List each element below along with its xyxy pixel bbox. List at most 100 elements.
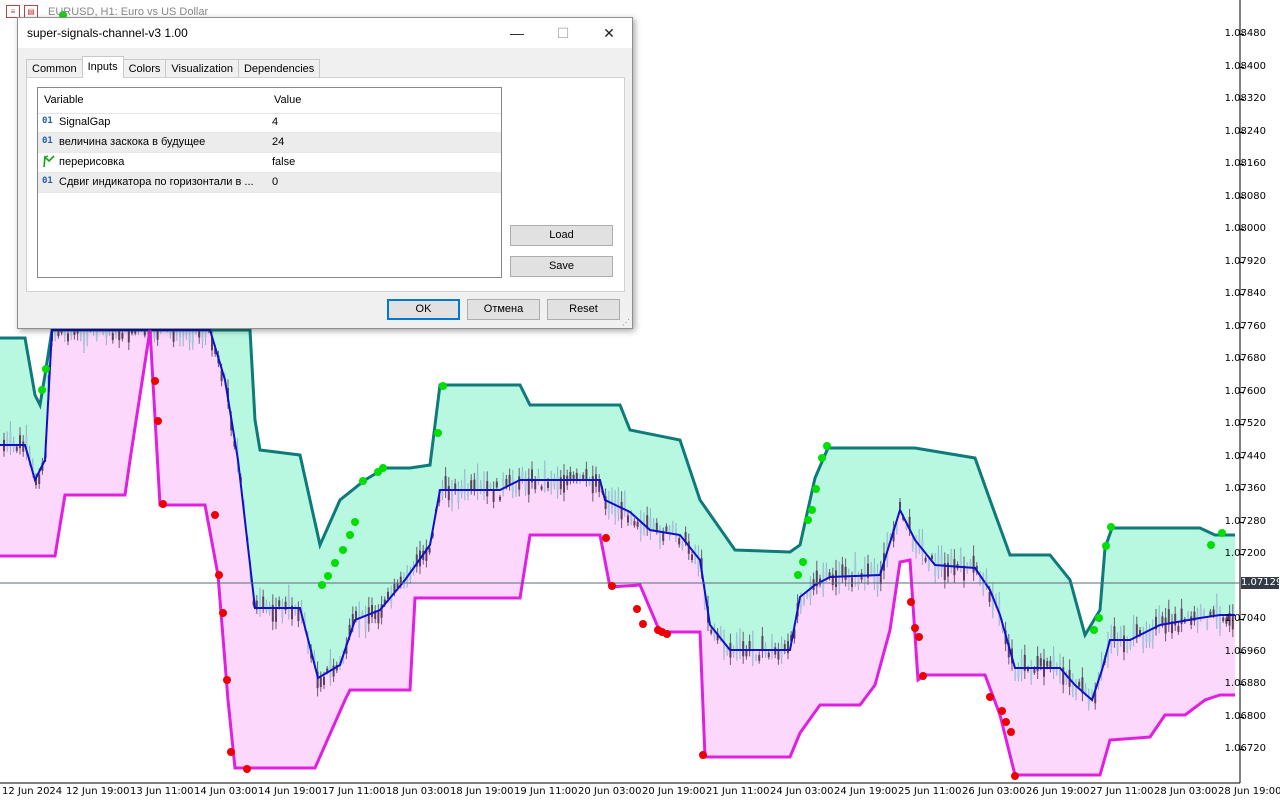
dialog-titlebar[interactable]: super-signals-channel-v3 1.00 — ☐ ✕ xyxy=(18,18,632,48)
save-button[interactable]: Save xyxy=(510,256,613,277)
input-name: Сдвиг индикатора по горизонтали в ... xyxy=(59,176,254,188)
tab-inputs[interactable]: Inputs xyxy=(81,56,124,78)
price-tick-label: 1.08000 xyxy=(1224,223,1266,234)
sell-signal-dot xyxy=(159,500,167,508)
price-tick-label: 1.07520 xyxy=(1224,418,1266,429)
price-tick-label: 1.06880 xyxy=(1224,678,1266,689)
reset-button[interactable]: Reset xyxy=(547,299,620,320)
date-tick-label: 18 Jun 19:00 xyxy=(450,786,514,797)
buy-signal-dot xyxy=(1107,523,1115,531)
price-tick-mark xyxy=(1240,457,1244,458)
dialog-tabs: Common Inputs Colors Visualization Depen… xyxy=(26,56,321,78)
date-tick-label: 26 Jun 03:00 xyxy=(962,786,1026,797)
load-button[interactable]: Load xyxy=(510,225,613,246)
sell-signal-dot xyxy=(223,676,231,684)
sell-signal-dot xyxy=(998,707,1006,715)
sell-signal-dot xyxy=(663,630,671,638)
price-tick-label: 1.08080 xyxy=(1224,191,1266,202)
price-tick-mark xyxy=(1240,424,1244,425)
buy-signal-dot xyxy=(1218,529,1226,537)
buy-signal-dot xyxy=(42,365,50,373)
int-type-icon: 01 xyxy=(42,116,53,126)
inputs-grid: Variable Value 01 SignalGap 4 01 величин… xyxy=(37,87,502,278)
current-price-label: 1.07129 xyxy=(1241,577,1280,589)
buy-signal-dot xyxy=(359,477,367,485)
sell-signal-dot xyxy=(907,598,915,606)
input-name: величина заскока в будущее xyxy=(59,136,206,148)
price-tick-label: 1.06800 xyxy=(1224,711,1266,722)
input-row-future-jump[interactable]: 01 величина заскока в будущее 24 xyxy=(38,133,501,153)
int-type-icon: 01 xyxy=(42,176,53,186)
input-value[interactable]: 0 xyxy=(272,176,278,188)
price-tick-label: 1.07440 xyxy=(1224,451,1266,462)
bool-type-icon xyxy=(42,155,56,173)
price-tick-label: 1.07040 xyxy=(1224,613,1266,624)
input-value[interactable]: 4 xyxy=(272,116,278,128)
sell-signal-dot xyxy=(211,511,219,519)
price-tick-label: 1.08320 xyxy=(1224,93,1266,104)
tab-dependencies[interactable]: Dependencies xyxy=(237,59,321,78)
date-tick-label: 19 Jun 11:00 xyxy=(514,786,578,797)
column-header-value[interactable]: Value xyxy=(274,94,301,106)
buy-signal-dot xyxy=(439,382,447,390)
resize-grip-icon[interactable]: ⋰ xyxy=(622,318,630,327)
input-row-horizontal-shift[interactable]: 01 Сдвиг индикатора по горизонтали в ...… xyxy=(38,173,501,193)
buy-signal-dot xyxy=(799,558,807,566)
sell-signal-dot xyxy=(243,765,251,773)
input-row-signalgap[interactable]: 01 SignalGap 4 xyxy=(38,113,501,133)
date-tick-label: 12 Jun 19:00 xyxy=(66,786,130,797)
buy-signal-dot xyxy=(1207,541,1215,549)
tab-common[interactable]: Common xyxy=(26,59,83,78)
price-tick-mark xyxy=(1240,489,1244,490)
date-tick-label: 27 Jun 11:00 xyxy=(1090,786,1154,797)
date-tick-label: 28 Jun 03:00 xyxy=(1154,786,1218,797)
minimize-button[interactable]: — xyxy=(494,18,540,48)
price-tick-mark xyxy=(1240,229,1244,230)
date-tick-label: 12 Jun 2024 xyxy=(2,786,63,797)
column-header-variable[interactable]: Variable xyxy=(44,94,84,106)
price-tick-label: 1.06960 xyxy=(1224,646,1266,657)
price-tick-label: 1.07760 xyxy=(1224,321,1266,332)
buy-signal-dot xyxy=(804,516,812,524)
input-value[interactable]: false xyxy=(272,156,295,168)
sell-signal-dot xyxy=(1007,728,1015,736)
sell-signal-dot xyxy=(154,417,162,425)
price-tick-label: 1.07920 xyxy=(1224,256,1266,267)
price-tick-mark xyxy=(1240,67,1244,68)
buy-signal-dot xyxy=(818,454,826,462)
tab-colors[interactable]: Colors xyxy=(122,59,167,78)
input-value[interactable]: 24 xyxy=(272,136,284,148)
buy-signal-dot xyxy=(331,559,339,567)
close-button[interactable]: ✕ xyxy=(586,18,632,48)
ok-button[interactable]: OK xyxy=(387,299,460,320)
inputs-panel: Variable Value 01 SignalGap 4 01 величин… xyxy=(26,77,625,292)
buy-signal-dot xyxy=(1090,626,1098,634)
buy-signal-dot xyxy=(823,442,831,450)
sell-signal-dot xyxy=(911,624,919,632)
int-type-icon: 01 xyxy=(42,136,53,146)
buy-signal-dot xyxy=(324,572,332,580)
input-name: SignalGap xyxy=(59,116,111,128)
price-tick-label: 1.08400 xyxy=(1224,61,1266,72)
buy-signal-dot xyxy=(1095,614,1103,622)
price-tick-label: 1.06720 xyxy=(1224,743,1266,754)
price-tick-mark xyxy=(1240,164,1244,165)
buy-signal-dot xyxy=(379,464,387,472)
buy-signal-dot xyxy=(812,485,820,493)
sell-signal-dot xyxy=(639,620,647,628)
cancel-button[interactable]: Отмена xyxy=(467,299,540,320)
sell-signal-dot xyxy=(919,672,927,680)
sell-signal-dot xyxy=(608,582,616,590)
input-row-repaint[interactable]: перерисовка false xyxy=(38,153,501,173)
sell-signal-dot xyxy=(602,534,610,542)
sell-signal-dot xyxy=(699,751,707,759)
date-tick-label: 20 Jun 19:00 xyxy=(642,786,706,797)
date-tick-label: 24 Jun 03:00 xyxy=(770,786,834,797)
maximize-button: ☐ xyxy=(556,25,570,41)
tab-visualization[interactable]: Visualization xyxy=(165,59,239,78)
dialog-title: super-signals-channel-v3 1.00 xyxy=(27,26,188,40)
price-tick-mark xyxy=(1240,197,1244,198)
price-tick-mark xyxy=(1240,684,1244,685)
price-tick-mark xyxy=(1240,554,1244,555)
price-tick-mark xyxy=(1240,522,1244,523)
